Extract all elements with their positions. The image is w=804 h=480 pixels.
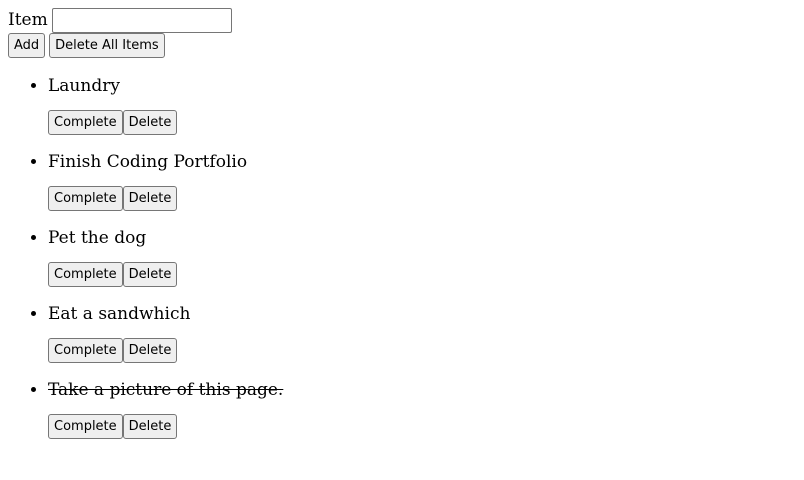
todo-item: Pet the dog Complete Delete (48, 226, 804, 287)
item-input[interactable] (51, 8, 232, 33)
todo-item-text: Take a picture of this page. (48, 380, 284, 400)
complete-button[interactable]: Complete (48, 262, 123, 287)
complete-button[interactable]: Complete (48, 186, 123, 211)
todo-item: Eat a sandwhich Complete Delete (48, 302, 804, 363)
todo-item: Finish Coding Portfolio Complete Delete (48, 150, 804, 211)
todo-item-buttons: Complete Delete (48, 414, 804, 439)
todo-item: Take a picture of this page. Complete De… (48, 378, 804, 439)
todo-item-text: Eat a sandwhich (48, 304, 191, 324)
todo-item-buttons: Complete Delete (48, 338, 804, 363)
delete-all-items-button[interactable]: Delete All Items (49, 33, 165, 58)
todo-item-text: Laundry (48, 76, 120, 96)
todo-item-buttons: Complete Delete (48, 262, 804, 287)
todo-list: Laundry Complete Delete Finish Coding Po… (0, 74, 804, 439)
delete-button[interactable]: Delete (122, 414, 178, 439)
todo-item-text: Pet the dog (48, 228, 147, 248)
form-buttons: Add Delete All Items (8, 33, 804, 58)
delete-button[interactable]: Delete (122, 262, 178, 287)
complete-button[interactable]: Complete (48, 414, 123, 439)
delete-button[interactable]: Delete (122, 186, 178, 211)
add-item-form: Item Add Delete All Items (0, 0, 804, 58)
add-button[interactable]: Add (8, 33, 46, 58)
complete-button[interactable]: Complete (48, 338, 123, 363)
complete-button[interactable]: Complete (48, 110, 123, 135)
delete-button[interactable]: Delete (122, 338, 178, 363)
item-label: Item (8, 10, 48, 30)
delete-button[interactable]: Delete (122, 110, 178, 135)
todo-item-buttons: Complete Delete (48, 186, 804, 211)
todo-item-buttons: Complete Delete (48, 110, 804, 135)
todo-item: Laundry Complete Delete (48, 74, 804, 135)
item-input-row: Item (8, 8, 804, 33)
todo-item-text: Finish Coding Portfolio (48, 152, 248, 172)
